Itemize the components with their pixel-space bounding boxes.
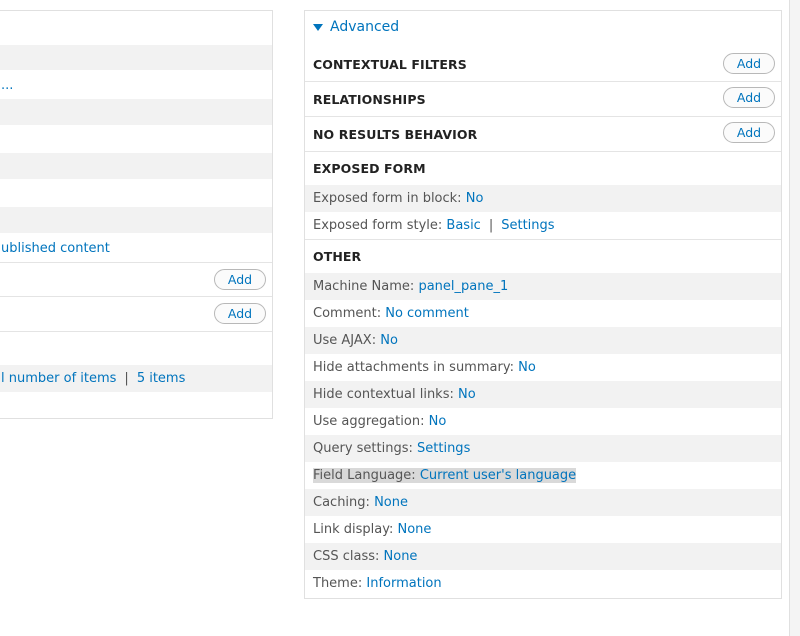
exposed-style-label: Exposed form style: [313,218,443,233]
exposed-form-in-block-row: Exposed form in block: No [305,185,781,212]
exposed-form-style-row: Exposed form style: Basic | Settings [305,212,781,239]
aggregation-label: Use aggregation: [313,414,425,429]
left-row-add-2: Add [0,296,272,331]
exposed-in-block-value[interactable]: No [466,191,484,206]
left-row-pager: l number of items | 5 items [0,365,272,392]
add-button[interactable]: Add [214,303,266,324]
left-ellipsis-link[interactable]: ... [1,78,13,93]
hide-contextual-links-value[interactable]: No [458,387,476,402]
relationships-row: RELATIONSHIPS Add [305,81,781,116]
other-header: OTHER [305,239,781,273]
left-row-filter[interactable]: ublished content [0,235,272,261]
pager-items-link[interactable]: 5 items [137,371,186,386]
add-contextual-filter-button[interactable]: Add [723,53,775,74]
exposed-form-title: EXPOSED FORM [313,161,426,176]
exposed-form-header: EXPOSED FORM [305,151,781,185]
left-row-add-1: Add [0,262,272,296]
exposed-style-settings-link[interactable]: Settings [501,218,554,233]
caching-value[interactable]: None [374,495,408,510]
contextual-filters-row: CONTEXTUAL FILTERS Add [305,47,781,81]
ajax-value[interactable]: No [380,333,398,348]
scrollbar-track[interactable] [789,0,800,636]
left-row-ellipsis[interactable]: ... [0,73,272,97]
field-language-label: Field Language: [313,468,416,483]
advanced-panel: Advanced CONTEXTUAL FILTERS Add RELATION… [304,10,782,599]
add-relationship-button[interactable]: Add [723,87,775,108]
ajax-row: Use AJAX: No [305,327,781,354]
left-published-content-link[interactable]: ublished content [1,241,110,256]
machine-name-label: Machine Name: [313,279,415,294]
left-row-shaded [0,45,272,70]
triangle-down-icon [313,23,323,31]
machine-name-value[interactable]: panel_pane_1 [418,279,508,294]
field-language-value[interactable]: Current user's language [419,468,577,483]
add-no-results-button[interactable]: Add [723,122,775,143]
contextual-filters-title: CONTEXTUAL FILTERS [313,56,467,72]
aggregation-value[interactable]: No [429,414,447,429]
css-class-label: CSS class: [313,549,380,564]
theme-label: Theme: [313,576,363,591]
hide-attachments-row: Hide attachments in summary: No [305,354,781,381]
no-results-row: NO RESULTS BEHAVIOR Add [305,116,781,151]
pager-type-link[interactable]: l number of items [1,371,116,386]
exposed-style-value[interactable]: Basic [446,218,480,233]
hide-attachments-value[interactable]: No [518,360,536,375]
other-title: OTHER [313,249,362,264]
separator: | [124,371,129,386]
link-display-value[interactable]: None [398,522,432,537]
ajax-label: Use AJAX: [313,333,377,348]
left-row-shaded [0,153,272,179]
separator: | [488,218,494,233]
left-row-blank [0,331,272,365]
exposed-in-block-label: Exposed form in block: [313,191,462,206]
comment-value[interactable]: No comment [385,306,469,321]
left-row-shaded [0,207,272,233]
css-class-row: CSS class: None [305,543,781,570]
machine-name-row: Machine Name: panel_pane_1 [305,273,781,300]
link-display-row: Link display: None [305,516,781,543]
aggregation-row: Use aggregation: No [305,408,781,435]
field-language-row: Field Language: Current user's language [305,462,781,489]
advanced-toggle[interactable]: Advanced [313,19,399,35]
hide-contextual-links-row: Hide contextual links: No [305,381,781,408]
advanced-toggle-label[interactable]: Advanced [330,19,399,35]
add-button[interactable]: Add [214,269,266,290]
caching-label: Caching: [313,495,370,510]
theme-value[interactable]: Information [366,576,441,591]
theme-row: Theme: Information [305,570,781,597]
link-display-label: Link display: [313,522,394,537]
css-class-value[interactable]: None [384,549,418,564]
no-results-title: NO RESULTS BEHAVIOR [313,126,478,142]
caching-row: Caching: None [305,489,781,516]
comment-label: Comment: [313,306,382,321]
hide-attachments-label: Hide attachments in summary: [313,360,514,375]
query-settings-row: Query settings: Settings [305,435,781,462]
hide-contextual-links-label: Hide contextual links: [313,387,454,402]
left-settings-panel: ... ublished content Add Add l number of… [0,10,273,419]
relationships-title: RELATIONSHIPS [313,91,426,107]
comment-row: Comment: No comment [305,300,781,327]
query-settings-label: Query settings: [313,441,413,456]
left-row-shaded [0,99,272,125]
query-settings-value[interactable]: Settings [417,441,470,456]
